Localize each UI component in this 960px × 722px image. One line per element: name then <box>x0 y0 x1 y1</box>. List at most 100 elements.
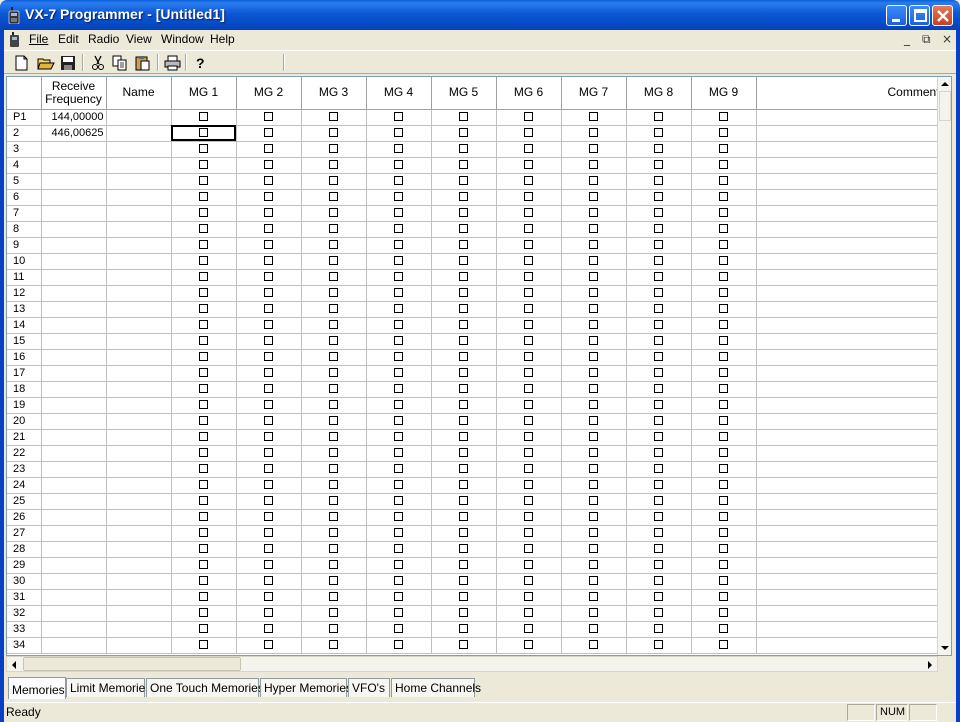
mg5-checkbox[interactable] <box>459 383 468 393</box>
mg3-checkbox[interactable] <box>329 207 338 217</box>
mg8-cell[interactable] <box>626 477 692 494</box>
mg5-checkbox[interactable] <box>459 191 468 201</box>
mg4-cell[interactable] <box>366 317 432 334</box>
mg8-checkbox[interactable] <box>654 383 663 393</box>
mg1-checkbox[interactable] <box>199 191 208 201</box>
mg4-cell[interactable] <box>366 381 432 398</box>
mg9-checkbox[interactable] <box>719 255 728 265</box>
mg2-checkbox[interactable] <box>264 575 273 585</box>
comment-cell[interactable] <box>756 461 941 478</box>
table-row[interactable]: 8 <box>7 221 941 238</box>
receive-frequency-cell[interactable] <box>41 365 107 382</box>
row-header[interactable]: 5 <box>7 173 42 190</box>
mg6-checkbox[interactable] <box>524 591 533 601</box>
comment-cell[interactable] <box>756 157 941 174</box>
comment-cell[interactable] <box>756 285 941 302</box>
print-button[interactable] <box>162 53 182 73</box>
table-row[interactable]: 5 <box>7 173 941 190</box>
comment-cell[interactable] <box>756 317 941 334</box>
mg9-checkbox[interactable] <box>719 511 728 521</box>
mg2-checkbox[interactable] <box>264 303 273 313</box>
mg3-cell[interactable] <box>301 621 367 638</box>
mg4-checkbox[interactable] <box>394 463 403 473</box>
mg9-checkbox[interactable] <box>719 399 728 409</box>
mg6-checkbox[interactable] <box>524 415 533 425</box>
mg1-checkbox[interactable] <box>199 143 208 153</box>
receive-frequency-cell[interactable] <box>41 509 107 526</box>
mg6-checkbox[interactable] <box>524 383 533 393</box>
mg9-cell[interactable] <box>691 637 757 654</box>
receive-frequency-cell[interactable] <box>41 429 107 446</box>
mg6-checkbox[interactable] <box>524 239 533 249</box>
table-row[interactable]: 29 <box>7 557 941 574</box>
mg9-cell[interactable] <box>691 221 757 238</box>
mg9-checkbox[interactable] <box>719 303 728 313</box>
mg3-cell[interactable] <box>301 573 367 590</box>
mg9-cell[interactable] <box>691 301 757 318</box>
mg5-checkbox[interactable] <box>459 607 468 617</box>
mg7-checkbox[interactable] <box>589 239 598 249</box>
receive-frequency-cell[interactable] <box>41 589 107 606</box>
mg3-checkbox[interactable] <box>329 111 338 121</box>
mg4-checkbox[interactable] <box>394 607 403 617</box>
mg1-checkbox[interactable] <box>199 591 208 601</box>
name-cell[interactable] <box>106 205 172 222</box>
mg2-cell[interactable] <box>236 365 302 382</box>
mg7-checkbox[interactable] <box>589 367 598 377</box>
mg7-checkbox[interactable] <box>589 479 598 489</box>
mg8-checkbox[interactable] <box>654 351 663 361</box>
mg7-cell[interactable] <box>561 109 627 126</box>
mg5-checkbox[interactable] <box>459 239 468 249</box>
comment-cell[interactable] <box>756 429 941 446</box>
menu-edit[interactable]: Edit <box>58 32 79 46</box>
mg6-checkbox[interactable] <box>524 191 533 201</box>
mg3-cell[interactable] <box>301 365 367 382</box>
mg3-checkbox[interactable] <box>329 543 338 553</box>
mg8-checkbox[interactable] <box>654 495 663 505</box>
mg1-cell[interactable] <box>171 589 237 606</box>
comment-cell[interactable] <box>756 557 941 574</box>
mg7-checkbox[interactable] <box>589 495 598 505</box>
mg7-checkbox[interactable] <box>589 623 598 633</box>
column-header-name[interactable]: Name <box>106 77 172 110</box>
mg5-cell[interactable] <box>431 493 497 510</box>
mg6-cell[interactable] <box>496 173 562 190</box>
mg8-cell[interactable] <box>626 621 692 638</box>
mg6-checkbox[interactable] <box>524 143 533 153</box>
mg9-checkbox[interactable] <box>719 159 728 169</box>
row-header[interactable]: 11 <box>7 269 42 286</box>
receive-frequency-cell[interactable] <box>41 637 107 654</box>
mg3-checkbox[interactable] <box>329 399 338 409</box>
comment-cell[interactable] <box>756 221 941 238</box>
mg4-cell[interactable] <box>366 477 432 494</box>
mg2-checkbox[interactable] <box>264 431 273 441</box>
receive-frequency-cell[interactable] <box>41 397 107 414</box>
row-header[interactable]: 13 <box>7 301 42 318</box>
mg5-cell[interactable] <box>431 157 497 174</box>
table-row[interactable]: 4 <box>7 157 941 174</box>
mg9-checkbox[interactable] <box>719 463 728 473</box>
name-cell[interactable] <box>106 269 172 286</box>
mg5-checkbox[interactable] <box>459 175 468 185</box>
mg1-checkbox[interactable] <box>199 127 208 137</box>
mg6-checkbox[interactable] <box>524 447 533 457</box>
mg7-checkbox[interactable] <box>589 447 598 457</box>
mg2-checkbox[interactable] <box>264 479 273 489</box>
mg4-checkbox[interactable] <box>394 495 403 505</box>
mg2-cell[interactable] <box>236 125 302 142</box>
mg1-checkbox[interactable] <box>199 367 208 377</box>
mg9-cell[interactable] <box>691 205 757 222</box>
row-header[interactable]: 24 <box>7 477 42 494</box>
mg6-checkbox[interactable] <box>524 399 533 409</box>
mg9-cell[interactable] <box>691 125 757 142</box>
mg3-checkbox[interactable] <box>329 447 338 457</box>
scroll-up-arrow-icon[interactable] <box>938 77 952 91</box>
mg6-cell[interactable] <box>496 589 562 606</box>
mg7-cell[interactable] <box>561 397 627 414</box>
mg6-checkbox[interactable] <box>524 431 533 441</box>
comment-cell[interactable] <box>756 189 941 206</box>
mg7-checkbox[interactable] <box>589 255 598 265</box>
mg5-checkbox[interactable] <box>459 431 468 441</box>
mg7-cell[interactable] <box>561 621 627 638</box>
mg6-cell[interactable] <box>496 189 562 206</box>
